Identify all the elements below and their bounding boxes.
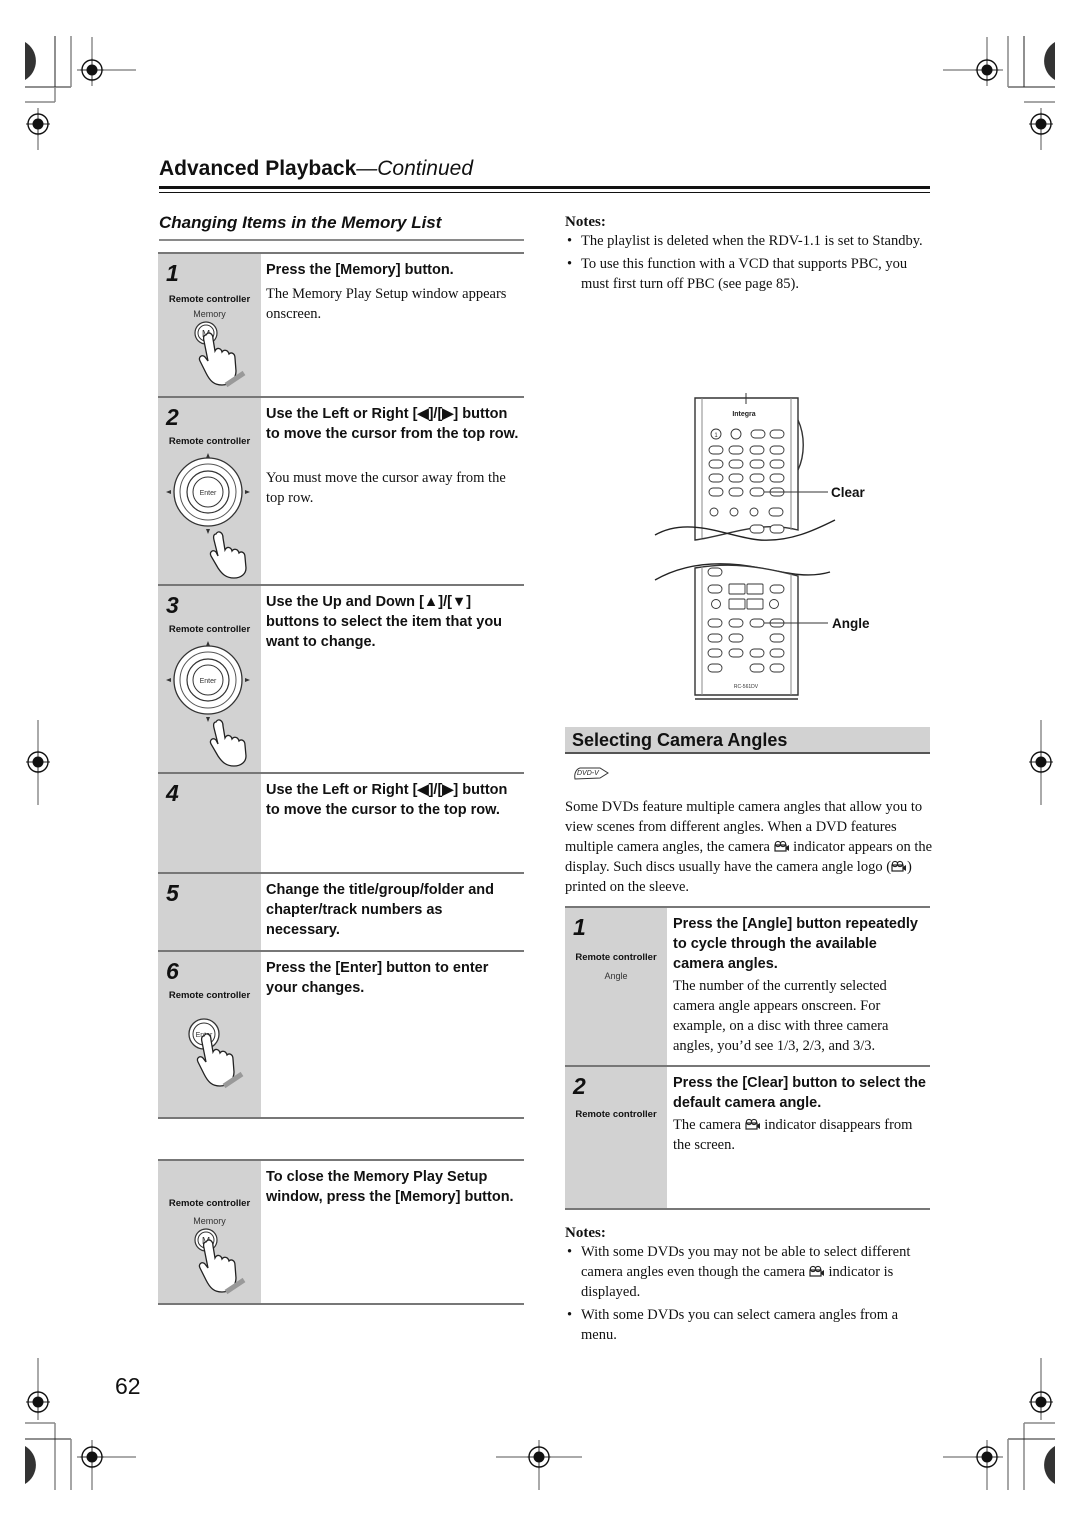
camera-angle-icon [809, 1265, 824, 1277]
header-rule-thick [159, 186, 930, 189]
memory-step-5: 5 Change the title/group/folder and chap… [158, 874, 524, 952]
memory-step-4: 4 Use the Left or Right [◀]/[▶] button t… [158, 774, 524, 874]
memory-button-press-icon: M [194, 321, 246, 388]
step-title: Use the Up and Down [▲]/[▼] buttons to s… [266, 594, 503, 650]
notes-list: With some DVDs you may not be able to se… [565, 1242, 933, 1345]
step-number: 1 [166, 260, 179, 286]
step-number: 5 [166, 880, 179, 906]
dvd-v-badge-icon: DVD-V [574, 767, 609, 780]
section-heading-rule [159, 239, 524, 241]
page-number: 62 [115, 1373, 141, 1399]
clear-callout-label: Clear [831, 485, 865, 500]
note-item: To use this function with a VCD that sup… [565, 254, 930, 294]
step-number: 1 [573, 914, 586, 940]
notes-bottom: Notes: With some DVDs you may not be abl… [565, 1225, 933, 1348]
memory-button-label: Memory [193, 1216, 226, 1226]
step-body: The Memory Play Setup window appears ons… [266, 286, 507, 322]
angle-callout-label: Angle [832, 616, 870, 631]
remote-model: RC-561DV [734, 684, 759, 690]
body-text: The camera [673, 1117, 745, 1133]
section-heading-memory-list: Changing Items in the Memory List [159, 213, 442, 232]
page-header: Advanced Playback—Continued [159, 157, 473, 181]
notes-heading: Notes: [565, 1225, 606, 1241]
step-number: 6 [166, 958, 179, 984]
memory-button-press-icon: M [194, 1228, 246, 1295]
remote-controller-label: Remote controller [168, 436, 251, 447]
step-number: 2 [573, 1073, 586, 1099]
step-title: Press the [Enter] button to enter your c… [266, 960, 489, 996]
remote-controller-label: Remote controller [168, 294, 251, 305]
header-rule-thin [159, 192, 930, 193]
section-heading-camera-angles: Selecting Camera Angles [565, 727, 930, 754]
step-number: 4 [166, 780, 179, 806]
angle-step-1: 1 Remote controller Angle Angle Press th… [565, 906, 930, 1067]
memory-step-3: 3 Remote controller Enter Use the Up and… [158, 586, 524, 774]
memory-close-step: Remote controller Memory M To close the … [158, 1159, 524, 1305]
memory-step-2: 2 Remote controller Enter Use the Left o… [158, 398, 524, 586]
step-body: You must move the cursor away from the t… [266, 470, 506, 506]
camera-angle-icon [773, 840, 789, 852]
svg-text:DVD-V: DVD-V [577, 770, 600, 777]
remote-brand: Integra [732, 411, 755, 418]
remote-controller-label: Remote controller [168, 624, 251, 635]
step-body: The camera indicator disappears from the… [673, 1115, 928, 1155]
step-title: Press the [Clear] button to select the d… [673, 1075, 926, 1111]
memory-button-label: Memory [193, 309, 226, 319]
step-title: Press the [Memory] button. [266, 262, 454, 278]
enter-button-press-icon: Enter [188, 1018, 244, 1089]
note-item: The playlist is deleted when the RDV-1.1… [565, 231, 930, 251]
remote-controller-label: Remote controller [575, 1109, 657, 1120]
page-header-continued: —Continued [356, 157, 474, 180]
remote-controller-label: Remote controller [168, 1198, 251, 1209]
memory-step-6: 6 Remote controller Enter Press the [Ent… [158, 952, 524, 1119]
angle-button-label: Angle [604, 971, 628, 981]
svg-text:Enter: Enter [200, 490, 217, 497]
notes-heading: Notes: [565, 214, 606, 230]
memory-step-1: 1 Remote controller Memory M Press the [… [158, 252, 524, 398]
step-title: Use the Left or Right [◀]/[▶] button to … [266, 782, 508, 818]
step-title: To close the Memory Play Setup window, p… [266, 1169, 514, 1205]
note-item: With some DVDs you can select camera ang… [565, 1305, 933, 1345]
step-title: Change the title/group/folder and chapte… [266, 882, 494, 938]
angle-step-2: 2 Remote controller Clear Press the [Cle… [564, 1067, 930, 1210]
note-item: With some DVDs you may not be able to se… [565, 1242, 933, 1302]
page-header-title: Advanced Playback [159, 157, 357, 180]
direction-pad-press-icon: Enter [166, 641, 250, 767]
starburst-mark-top-left [25, 42, 36, 80]
direction-pad-press-icon: Enter [166, 453, 250, 579]
step-title: Use the Left or Right [◀]/[▶] button to … [266, 406, 519, 442]
step-number: 2 [166, 404, 179, 430]
remote-controller-label: Remote controller [575, 952, 657, 963]
step-title: Press the [Angle] button repeatedly to c… [673, 916, 918, 972]
camera-angle-logo-icon [891, 860, 907, 872]
remote-control-illustration: Integra 1 RC-561DV [654, 393, 836, 700]
step-number: 3 [166, 592, 179, 618]
camera-angle-icon [745, 1118, 760, 1130]
remote-controller-label: Remote controller [168, 990, 251, 1001]
camera-angles-intro: Some DVDs feature multiple camera angles… [565, 797, 933, 897]
notes-list: The playlist is deleted when the RDV-1.1… [565, 231, 930, 294]
step-body: The number of the currently selected cam… [673, 978, 889, 1054]
notes-top: Notes: The playlist is deleted when the … [565, 214, 930, 297]
svg-text:Enter: Enter [200, 678, 217, 685]
